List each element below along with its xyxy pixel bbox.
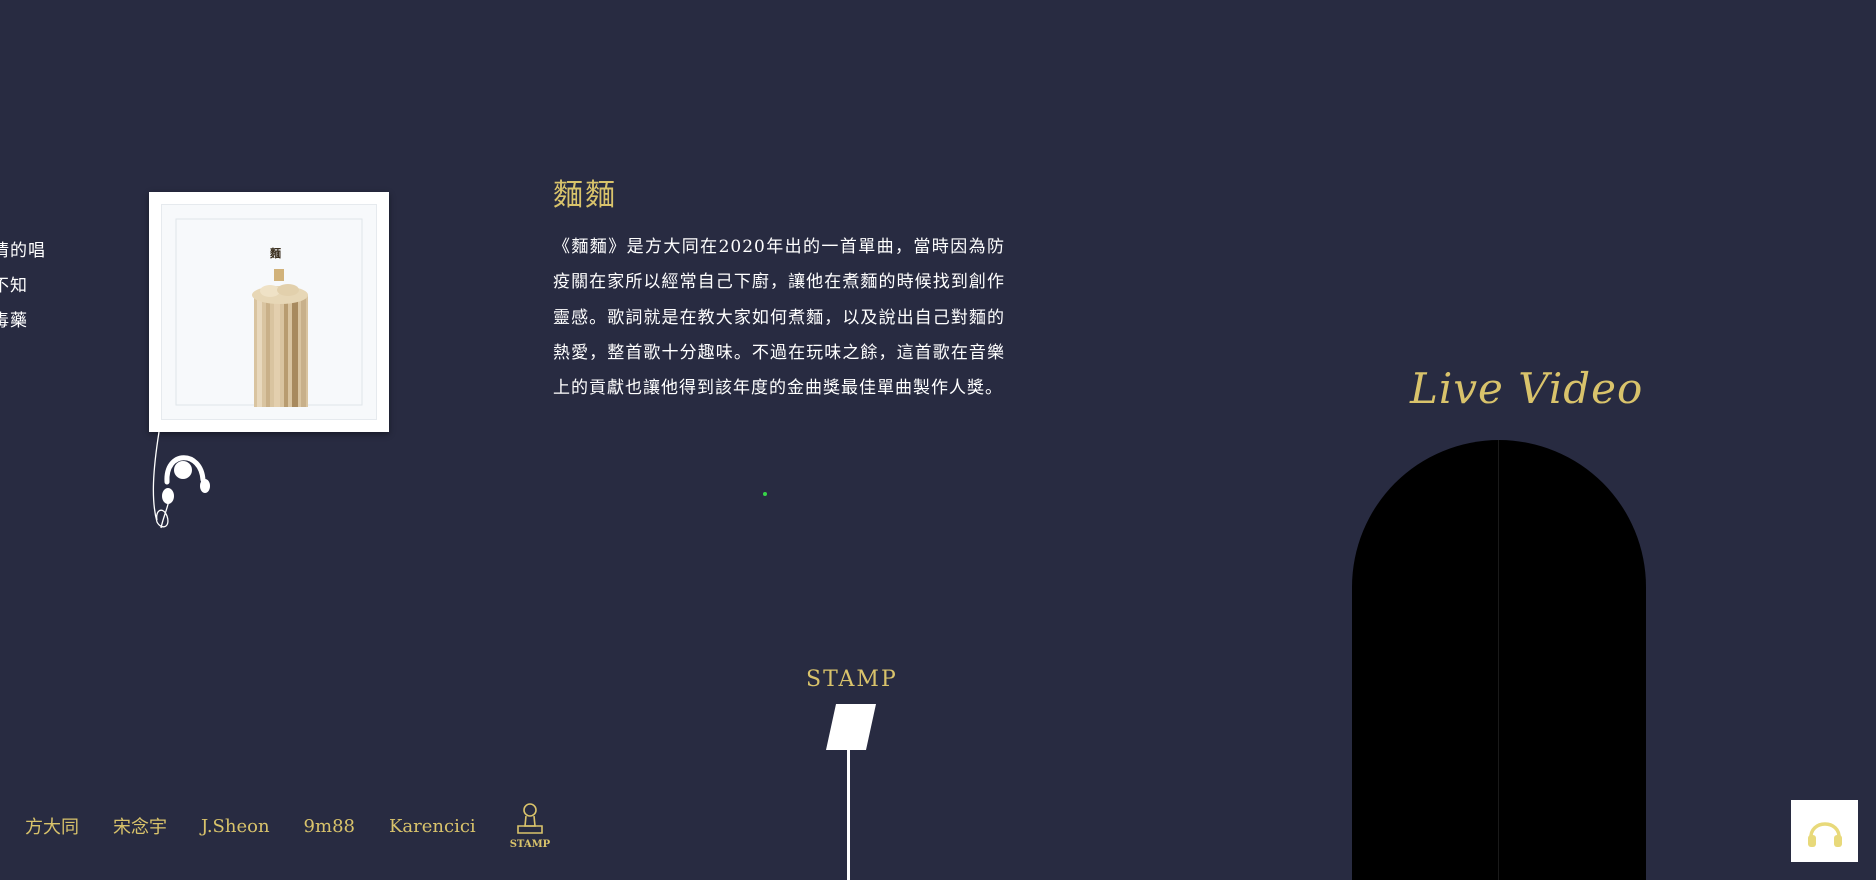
nav-item-song-nian-yu[interactable]: 宋念宇 <box>113 813 167 839</box>
album-cover-glyph: 麵 <box>270 247 281 260</box>
song-title: 麵麵 <box>553 178 617 213</box>
stamp-icon <box>517 803 543 834</box>
nav-item-fang-da-tong[interactable]: 方大同 <box>25 813 79 839</box>
previous-panel-text: 情的唱 不知 毒藥 <box>0 234 48 339</box>
nav-stamp-button[interactable]: STAMP <box>510 802 550 850</box>
previous-panel-line: 毒藥 <box>0 311 28 331</box>
live-video-title: Live Video <box>1410 364 1644 413</box>
nav-stamp-label: STAMP <box>509 839 551 850</box>
previous-panel-line: 情的唱 <box>0 241 46 261</box>
nav-item-9m88[interactable]: 9m88 <box>304 816 355 837</box>
album-cover[interactable]: 麵 <box>149 192 389 432</box>
live-video-player[interactable] <box>1352 440 1646 880</box>
album-cover-art: 麵 <box>161 204 377 420</box>
headphones-icon[interactable] <box>145 430 225 530</box>
indicator-dot <box>763 492 767 496</box>
stamp-label: STAMP <box>806 667 898 692</box>
stamp-icon[interactable] <box>820 700 880 880</box>
video-seam <box>1498 440 1499 880</box>
nav-item-karencici[interactable]: Karencici <box>389 816 476 837</box>
previous-panel-line: 不知 <box>0 276 28 296</box>
artist-nav: 方大同 宋念宇 J.Sheon 9m88 Karencici STAMP <box>25 800 550 852</box>
headphones-icon <box>1807 822 1842 847</box>
audio-toggle-button[interactable] <box>1791 800 1858 862</box>
song-description: 《麵麵》是方大同在2020年出的一首單曲，當時因為防疫關在家所以經常自己下廚，讓… <box>553 237 1005 399</box>
nav-item-jsheon[interactable]: J.Sheon <box>201 816 270 837</box>
